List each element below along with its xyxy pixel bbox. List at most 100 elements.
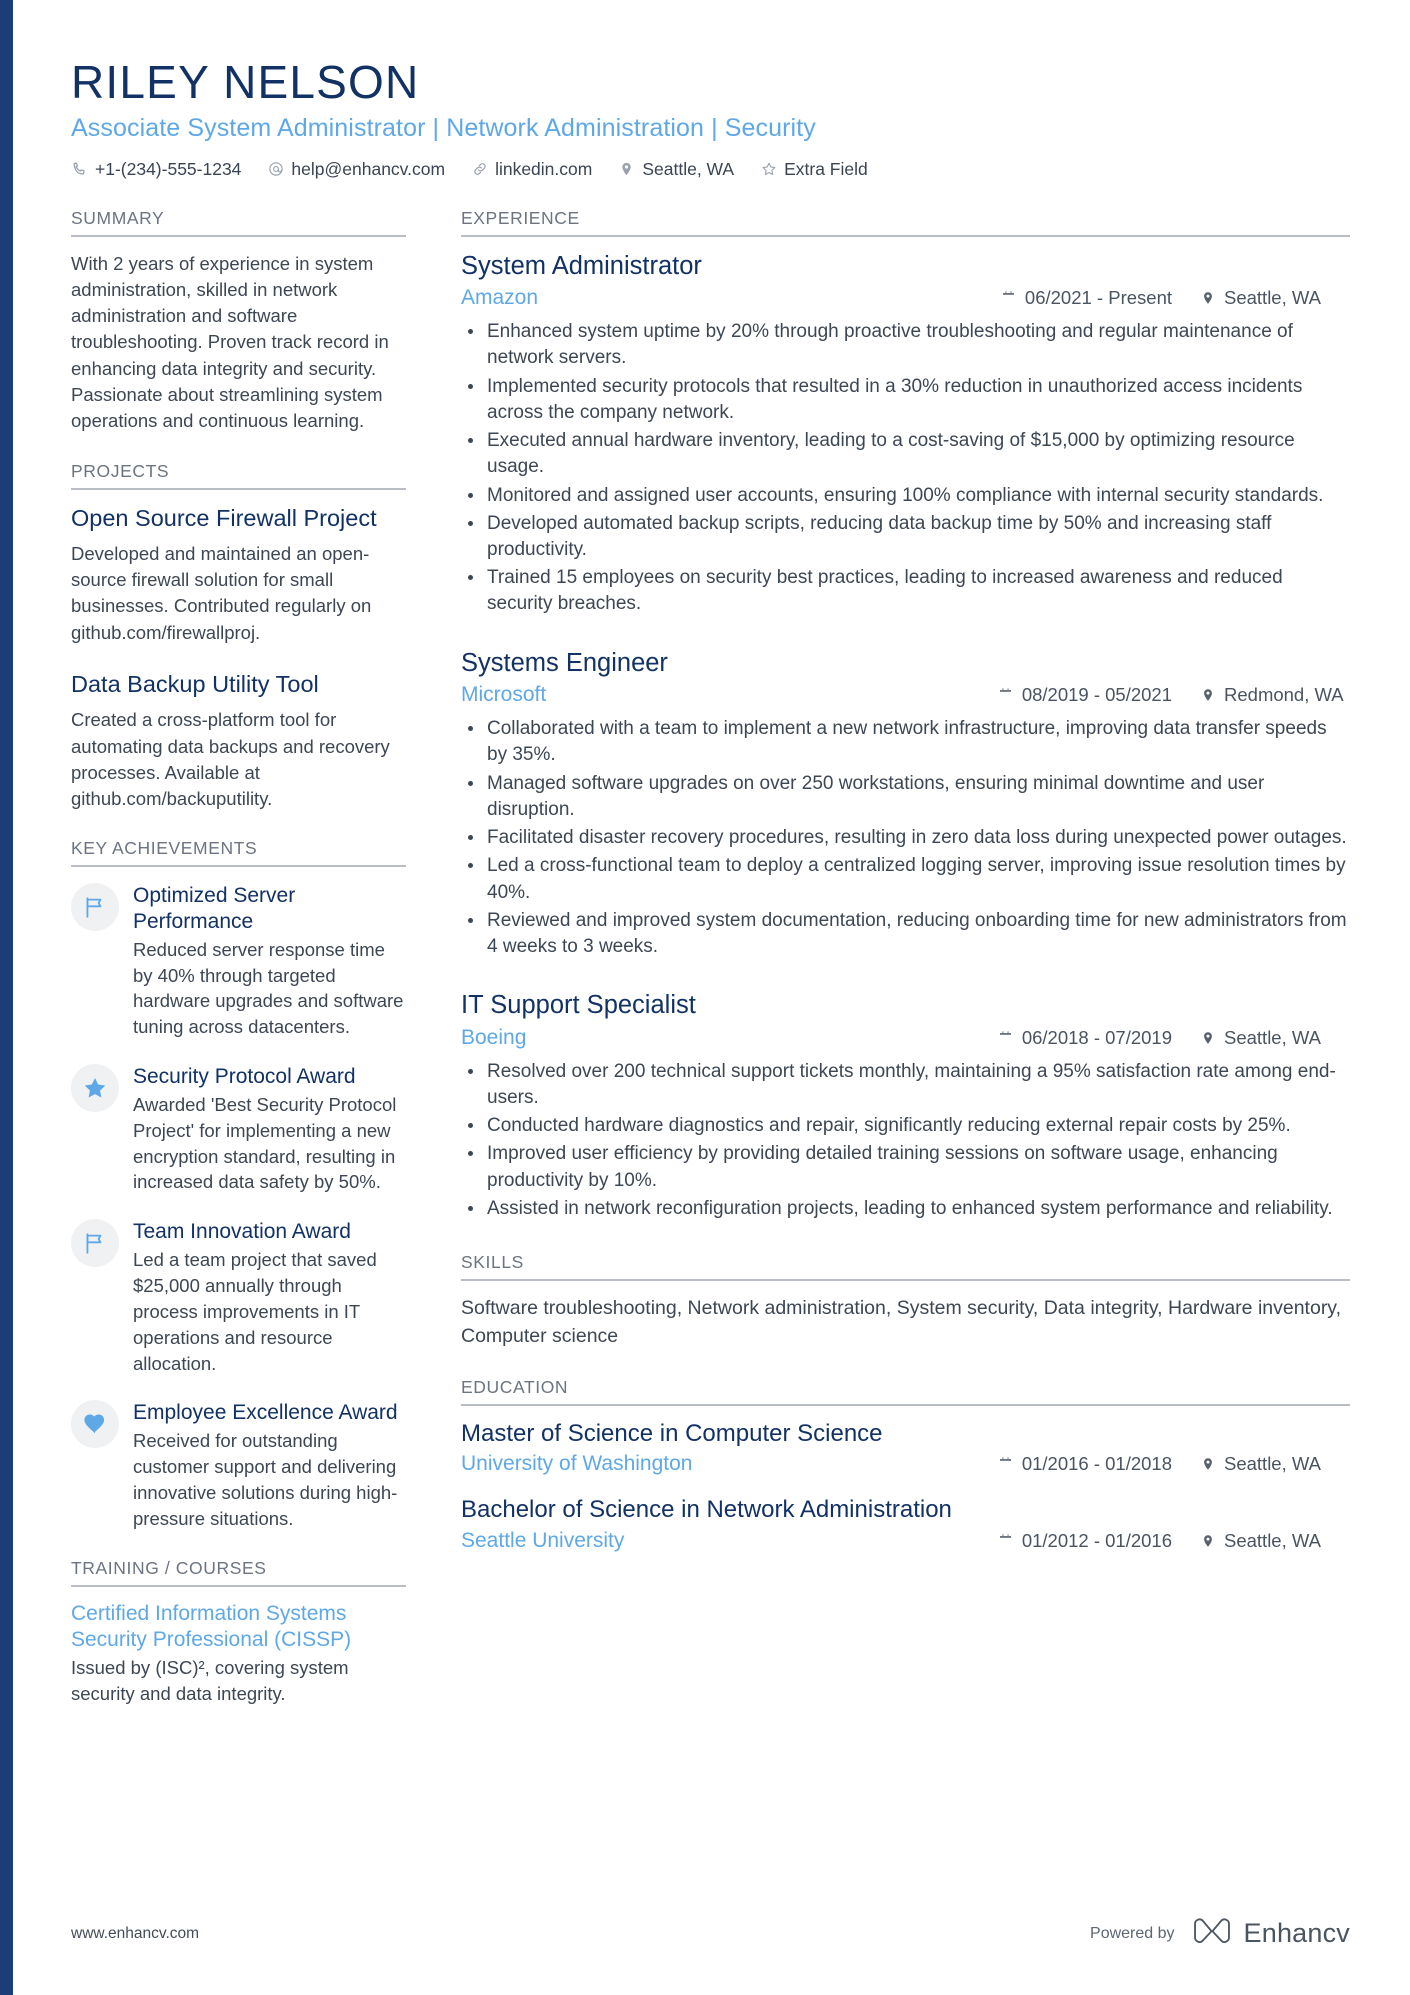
powered-by-label: Powered by [1090,1924,1175,1942]
job-location: Seattle, WA [1200,287,1350,309]
contact-location[interactable]: Seattle, WA [618,159,734,180]
achievement-description: Led a team project that saved $25,000 an… [133,1248,377,1374]
job-bullet: Managed software upgrades on over 250 wo… [461,771,1350,823]
education-location: Seattle, WA [1200,1530,1350,1552]
project-description: Developed and maintained an open-source … [71,542,372,643]
experience-item: IT Support Specialist Boeing 06/2018 - 0… [461,990,1350,1222]
achievement-icon-badge [71,883,119,932]
education-school[interactable]: University of Washington [461,1452,692,1476]
job-location: Seattle, WA [1200,1027,1350,1049]
education-date: 01/2016 - 01/2018 [998,1453,1172,1475]
education-degree: Master of Science in Computer Science [461,1419,883,1447]
education-date-text: 01/2012 - 01/2016 [1021,1530,1172,1552]
job-bullet: Conducted hardware diagnostics and repai… [461,1113,1350,1139]
location-pin-icon [1200,1456,1216,1473]
contact-row: +1-(234)-555-1234 help@enhancv.com linke… [71,159,1350,180]
footer-branding: Powered by Enhancv [1090,1916,1350,1951]
achievement-item: Security Protocol Award Awarded 'Best Se… [71,1062,406,1195]
job-meta-row: Boeing 06/2018 - 07/2019 Seattle, WA [461,1026,1350,1050]
calendar-icon [1001,290,1017,307]
job-meta-row: Microsoft 08/2019 - 05/2021 Redmond, WA [461,683,1350,707]
job-date: 08/2019 - 05/2021 [998,684,1172,706]
job-bullet: Improved user efficiency by providing de… [461,1141,1350,1193]
resume-content: RILEY NELSON Associate System Administra… [13,0,1410,1995]
training-description: Issued by (ISC)², covering system securi… [71,1657,349,1704]
achievement-description: Awarded 'Best Security Protocol Project'… [133,1093,397,1193]
section-training-courses: TRAINING / COURSES Certified Information… [71,1558,406,1707]
left-column: SUMMARY With 2 years of experience in sy… [71,208,406,1733]
job-role: Systems Engineer [461,648,668,677]
job-bullet: Assisted in network reconfiguration proj… [461,1196,1350,1222]
job-location-text: Redmond, WA [1224,684,1344,706]
location-pin-icon [1200,687,1216,704]
job-company[interactable]: Amazon [461,286,538,310]
calendar-icon [998,1456,1014,1473]
star-icon [82,1075,108,1101]
contact-email[interactable]: help@enhancv.com [267,159,445,180]
section-title-projects: PROJECTS [71,461,406,490]
project-name: Open Source Firewall Project [71,504,377,531]
experience-item: Systems Engineer Microsoft 08/2019 - 05/… [461,648,1350,961]
contact-extra-field[interactable]: Extra Field [760,159,868,180]
contact-link-text: linkedin.com [495,158,593,179]
achievement-title: Optimized Server Performance [133,884,296,934]
experience-item: System Administrator Amazon 06/2021 - Pr… [461,251,1350,618]
calendar-icon [998,687,1014,704]
location-pin-icon [1200,290,1216,307]
contact-link[interactable]: linkedin.com [471,159,592,180]
right-column: EXPERIENCE System Administrator Amazon 0… [461,208,1350,1579]
footer-url[interactable]: www.enhancv.com [71,1925,199,1943]
job-bullet: Collaborated with a team to implement a … [461,716,1350,768]
contact-extra-field-text: Extra Field [784,158,868,179]
section-experience: EXPERIENCE System Administrator Amazon 0… [461,208,1350,1222]
project-description: Created a cross-platform tool for automa… [71,709,390,810]
achievement-item: Optimized Server Performance Reduced ser… [71,881,406,1040]
job-location: Redmond, WA [1200,684,1350,706]
job-bullet: Resolved over 200 technical support tick… [461,1059,1350,1111]
job-bullet: Reviewed and improved system documentati… [461,908,1350,960]
section-title-education: EDUCATION [461,1377,1350,1406]
job-bullets: Resolved over 200 technical support tick… [461,1059,1350,1222]
achievement-icon-badge [71,1064,119,1113]
achievement-item: Employee Excellence Award Received for o… [71,1398,406,1531]
star-outline-icon [760,161,777,178]
heart-icon [82,1411,108,1437]
job-company[interactable]: Boeing [461,1026,526,1050]
education-date-text: 01/2016 - 01/2018 [1021,1453,1172,1475]
job-bullet: Executed annual hardware inventory, lead… [461,428,1350,480]
section-key-achievements: KEY ACHIEVEMENTS Optimized Server Perfor… [71,838,406,1531]
achievement-description: Received for outstanding customer suppor… [133,1430,398,1529]
education-meta-row: Seattle University 01/2012 - 01/2016 Sea… [461,1529,1350,1553]
section-title-key-achievements: KEY ACHIEVEMENTS [71,838,406,868]
training-name: Certified Information Systems Security P… [71,1601,352,1651]
job-role: IT Support Specialist [461,991,696,1020]
education-item: Master of Science in Computer Science Un… [461,1420,1350,1477]
achievement-title: Team Innovation Award [133,1220,351,1244]
job-bullets: Collaborated with a team to implement a … [461,716,1350,960]
flag-icon [82,894,108,920]
job-bullet: Developed automated backup scripts, redu… [461,511,1350,563]
job-date-text: 08/2019 - 05/2021 [1021,684,1172,706]
training-item: Certified Information Systems Security P… [71,1601,406,1707]
email-icon [267,161,284,178]
job-bullet: Trained 15 employees on security best pr… [461,565,1350,617]
education-meta-row: University of Washington 01/2016 - 01/20… [461,1452,1350,1476]
section-title-skills: SKILLS [461,1252,1350,1282]
location-pin-icon [1200,1029,1216,1046]
link-icon [471,161,488,178]
contact-phone-text: +1-(234)-555-1234 [95,158,242,179]
section-skills: SKILLS Software troubleshooting, Network… [461,1252,1350,1350]
location-pin-icon [1200,1533,1216,1550]
job-company[interactable]: Microsoft [461,683,546,707]
achievement-icon-badge [71,1219,119,1268]
job-bullet: Led a cross-functional team to deploy a … [461,853,1350,905]
job-bullet: Facilitated disaster recovery procedures… [461,825,1350,851]
job-location-text: Seattle, WA [1224,287,1321,309]
project-item: Open Source Firewall Project Developed a… [71,504,406,646]
flag-icon [82,1230,108,1256]
calendar-icon [998,1029,1014,1046]
education-location-text: Seattle, WA [1224,1530,1321,1552]
calendar-icon [998,1533,1014,1550]
education-school[interactable]: Seattle University [461,1529,624,1553]
contact-phone[interactable]: +1-(234)-555-1234 [71,159,241,180]
